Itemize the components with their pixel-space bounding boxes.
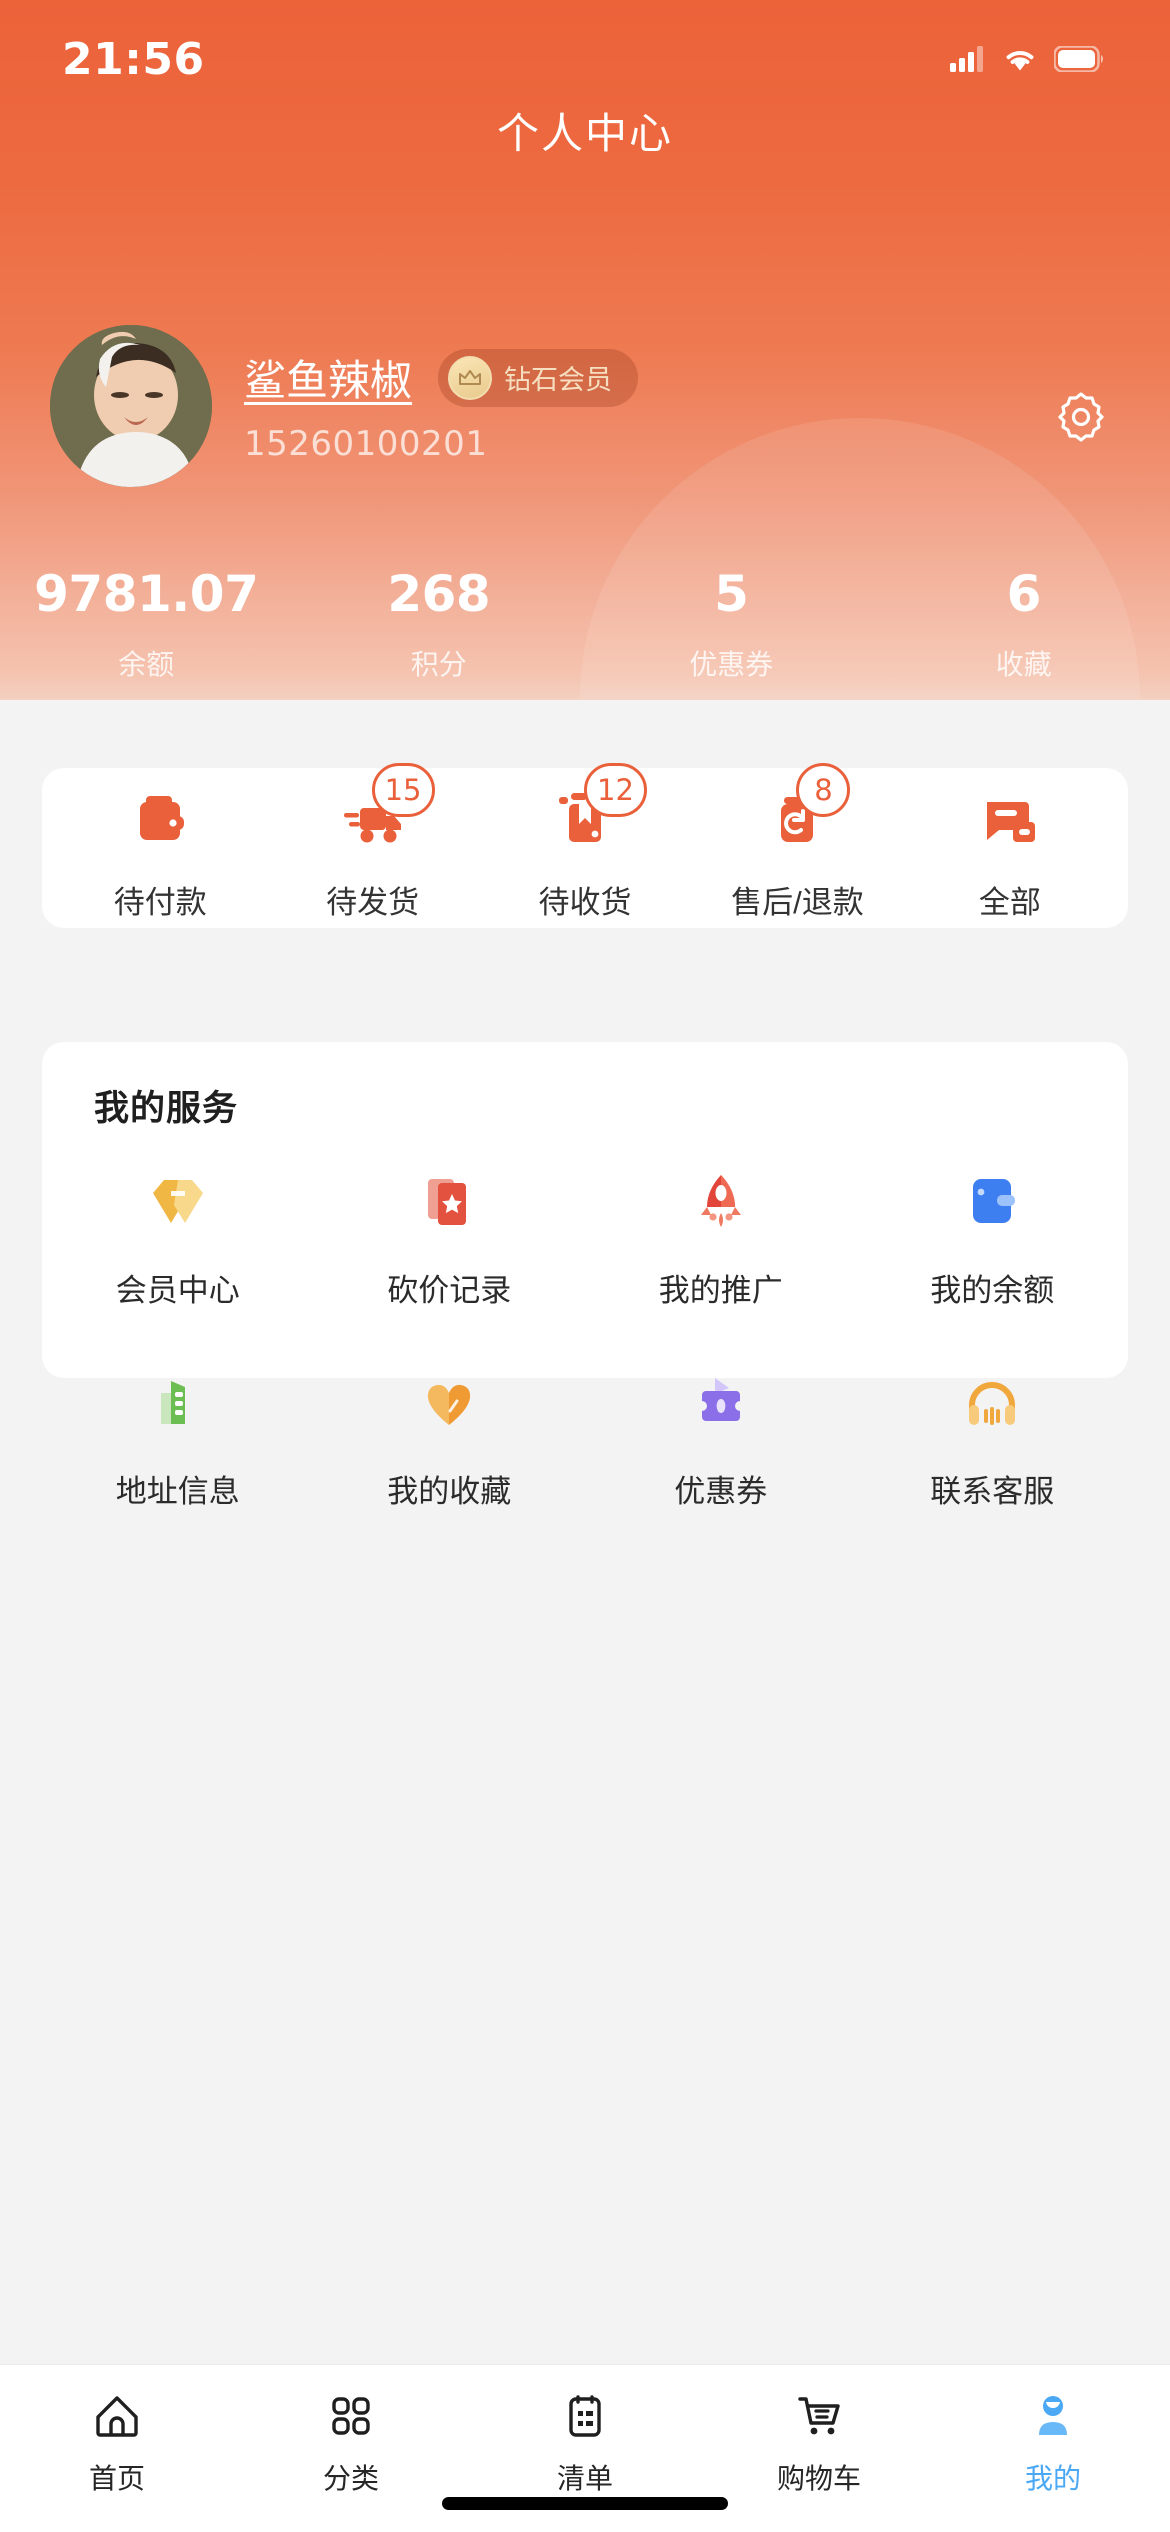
tab-category[interactable]: 分类	[234, 2387, 468, 2532]
service-item-favorites[interactable]: 我的收藏	[314, 1364, 586, 1511]
service-label: 我的收藏	[387, 1474, 512, 1509]
order-badge: 15	[371, 762, 435, 817]
service-item-bargain[interactable]: 砍价记录	[314, 1163, 586, 1310]
order-label: 待收货	[538, 884, 632, 920]
service-label: 砍价记录	[387, 1273, 512, 1308]
order-label: 全部	[978, 884, 1041, 920]
stat-coupons[interactable]: 5 优惠券	[585, 565, 878, 683]
profile-block[interactable]: 鲨鱼辣椒 钻石会员 15260100201	[50, 325, 639, 487]
tab-label: 首页	[88, 2463, 145, 2494]
refund-icon: 8	[756, 762, 851, 857]
stat-points[interactable]: 268 积分	[293, 565, 586, 683]
avatar[interactable]	[50, 325, 212, 487]
order-badge: 8	[796, 762, 851, 817]
services-title: 我的服务	[94, 1089, 239, 1128]
stat-value: 268	[387, 565, 491, 623]
stat-label: 余额	[118, 649, 175, 680]
vip-label: 钻石会员	[504, 365, 613, 395]
service-label: 我的余额	[930, 1273, 1055, 1308]
home-icon	[88, 2387, 146, 2445]
grid-category-icon	[322, 2387, 380, 2445]
service-item-membership[interactable]: 会员中心	[42, 1163, 314, 1310]
rocket-icon	[681, 1163, 761, 1243]
service-label: 联系客服	[930, 1474, 1055, 1509]
stat-value: 9781.07	[34, 565, 259, 623]
wifi-icon	[1006, 51, 1034, 71]
stat-label: 优惠券	[689, 649, 774, 680]
package-box-icon: 12	[544, 762, 647, 857]
tab-home[interactable]: 首页	[0, 2387, 234, 2532]
order-label: 待付款	[113, 884, 207, 920]
stat-value: 5	[714, 565, 749, 623]
order-status-card: 待付款 15 待发货 12 待收货 8 售后/退款 全部	[42, 762, 1128, 928]
service-label: 优惠券	[674, 1474, 768, 1509]
tab-label: 购物车	[776, 2463, 861, 2494]
tab-list[interactable]: 清单	[468, 2387, 702, 2532]
headset-icon	[952, 1364, 1032, 1444]
service-label: 地址信息	[115, 1474, 240, 1509]
order-label: 售后/退款	[731, 884, 864, 920]
order-status-row: 待付款 15 待发货 12 待收货 8 售后/退款 全部	[42, 762, 1128, 928]
services-grid-row2: 地址信息 我的收藏 优惠券 联系客服	[42, 1364, 1128, 1519]
battery-icon	[1054, 46, 1103, 72]
delivery-truck-icon: 15	[332, 762, 435, 857]
home-indicator	[442, 2497, 728, 2510]
stat-favorites[interactable]: 6 收藏	[878, 565, 1170, 683]
service-label: 会员中心	[115, 1273, 240, 1308]
coupon-ticket-icon	[681, 1364, 761, 1444]
stats-row: 9781.07 余额 268 积分 5 优惠券 6 收藏	[0, 565, 1170, 683]
cellular-signal-icon	[950, 46, 983, 72]
bargain-card-star-icon	[409, 1163, 489, 1243]
order-item-refund[interactable]: 8 售后/退款	[691, 762, 903, 928]
person-icon	[1024, 2387, 1082, 2445]
tab-label: 清单	[556, 2463, 613, 2494]
order-item-all[interactable]: 全部	[904, 768, 1116, 928]
tab-label: 分类	[322, 2463, 379, 2494]
stat-value: 6	[1006, 565, 1042, 623]
tab-cart[interactable]: 购物车	[702, 2387, 936, 2532]
order-item-unshipped[interactable]: 15 待发货	[266, 762, 478, 928]
services-grid-row1: 会员中心 砍价记录 我的推广 我的余额	[42, 1163, 1128, 1318]
order-item-unreceived[interactable]: 12 待收货	[479, 762, 691, 928]
settings-button[interactable]	[1052, 388, 1110, 446]
service-item-promotion[interactable]: 我的推广	[585, 1163, 857, 1310]
order-badge: 12	[584, 762, 647, 817]
profile-header: 21:56 个人中心 鲨鱼辣椒 钻石会员 15260100201 9781.07…	[0, 0, 1170, 700]
service-item-support[interactable]: 联系客服	[857, 1364, 1129, 1511]
address-building-icon	[138, 1364, 218, 1444]
wallet-icon	[119, 779, 201, 857]
status-time: 21:56	[62, 33, 205, 85]
clipboard-list-icon	[556, 2387, 614, 2445]
service-label: 我的推广	[658, 1273, 783, 1308]
order-item-unpaid[interactable]: 待付款	[54, 768, 266, 928]
stat-label: 积分	[410, 649, 467, 680]
page-title: 个人中心	[496, 110, 673, 157]
user-name[interactable]: 鲨鱼辣椒	[244, 347, 412, 408]
crown-icon	[448, 355, 493, 400]
service-item-address[interactable]: 地址信息	[42, 1364, 314, 1511]
shopping-cart-icon	[790, 2387, 848, 2445]
gear-icon	[1058, 392, 1104, 442]
blue-wallet-icon	[952, 1163, 1032, 1243]
order-label: 待发货	[326, 884, 420, 920]
status-indicators	[950, 46, 1104, 72]
name-row: 鲨鱼辣椒 钻石会员	[244, 347, 639, 408]
tab-label: 我的	[1024, 2463, 1081, 2494]
user-phone: 15260100201	[244, 424, 488, 464]
heart-icon	[409, 1364, 489, 1444]
user-avatar-photo	[50, 325, 212, 487]
services-card: 我的服务 会员中心 砍价记录 我的推广 我的余额 地址信息 我的收藏 优惠券 联…	[42, 1042, 1128, 1509]
all-orders-icon	[969, 779, 1051, 857]
membership-tag-icon	[138, 1163, 218, 1243]
stat-label: 收藏	[995, 649, 1052, 680]
service-item-balance[interactable]: 我的余额	[857, 1163, 1129, 1310]
stat-balance[interactable]: 9781.07 余额	[0, 565, 293, 683]
tab-profile[interactable]: 我的	[936, 2387, 1170, 2532]
vip-badge[interactable]: 钻石会员	[438, 348, 639, 407]
app-screen: 21:56 个人中心 鲨鱼辣椒 钻石会员 15260100201 9781.07…	[0, 0, 1170, 2532]
service-item-coupon[interactable]: 优惠券	[585, 1364, 857, 1511]
profile-info: 鲨鱼辣椒 钻石会员 15260100201	[244, 325, 639, 464]
